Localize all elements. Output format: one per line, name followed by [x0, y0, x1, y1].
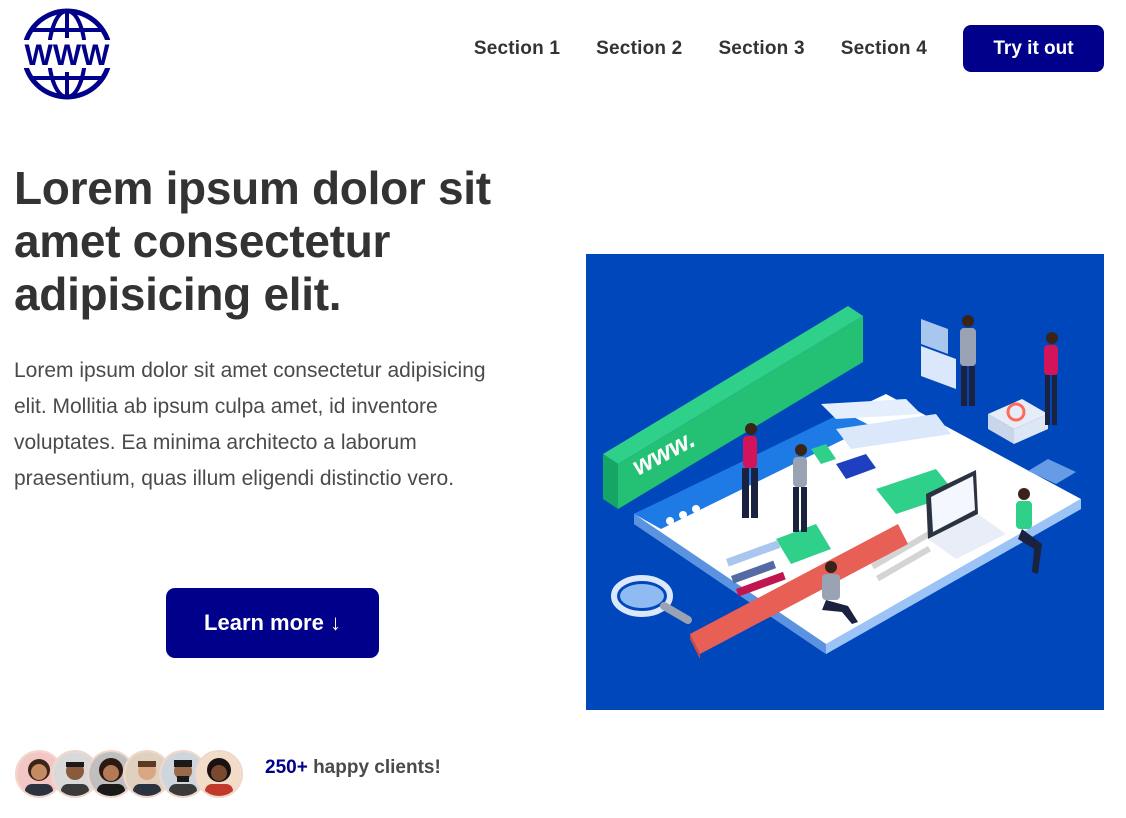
happy-clients-text: 250+ happy clients!: [265, 757, 441, 779]
top-navigation: Section 1 Section 2 Section 3 Section 4 …: [474, 25, 1104, 72]
hero-description: Lorem ipsum dolor sit amet consectetur a…: [14, 359, 486, 490]
clients-label: happy clients!: [307, 757, 441, 778]
learn-more-button[interactable]: Learn more ↓: [166, 588, 379, 658]
clients-count: 250+: [265, 757, 308, 778]
hero-title: Lorem ipsum dolor sit amet consectetur a…: [14, 162, 491, 320]
client-avatars: [15, 750, 243, 800]
hero-illustration: www.: [586, 254, 1104, 710]
nav-section-4[interactable]: Section 4: [841, 38, 927, 60]
nav-section-1[interactable]: Section 1: [474, 38, 560, 60]
try-it-out-button[interactable]: Try it out: [963, 25, 1104, 72]
globe-logo-icon[interactable]: WWW: [21, 8, 113, 100]
nav-section-2[interactable]: Section 2: [596, 38, 682, 60]
nav-section-3[interactable]: Section 3: [718, 38, 804, 60]
logo-text: WWW: [25, 39, 111, 72]
avatar: [195, 750, 243, 798]
